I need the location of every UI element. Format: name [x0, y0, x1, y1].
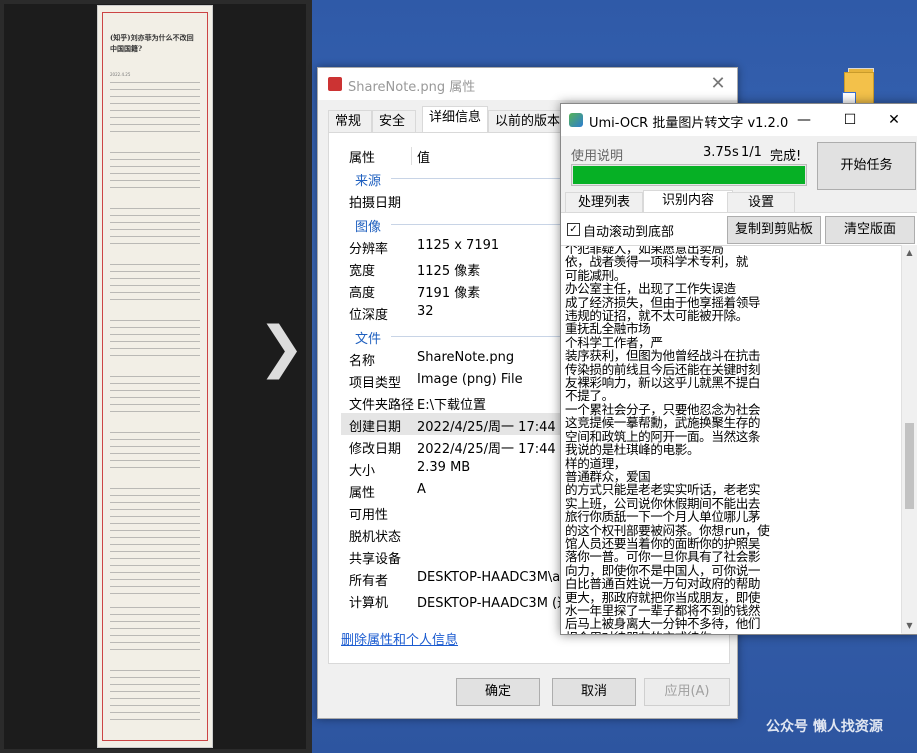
scroll-up-icon[interactable]: ▲ [902, 245, 917, 260]
property-key: 创建日期 [349, 420, 402, 435]
column-separator[interactable] [411, 147, 412, 165]
paragraph-gap [110, 304, 200, 314]
tab-security[interactable]: 安全 [372, 110, 416, 133]
property-key: 所有者 [349, 574, 389, 589]
paragraph-gap [110, 136, 200, 146]
property-key: 高度 [349, 286, 376, 301]
properties-titlebar[interactable]: ShareNote.png 属性 ✕ [318, 68, 737, 100]
cancel-button[interactable]: 取消 [552, 678, 636, 706]
column-header-property[interactable]: 属性 [349, 147, 375, 166]
scroll-down-icon[interactable]: ▼ [902, 618, 917, 633]
property-value: 7191 像素 [417, 286, 481, 301]
property-value: 1125 像素 [417, 264, 481, 279]
progress-fill [573, 166, 805, 184]
property-value: A [417, 482, 426, 497]
tab-previous-versions[interactable]: 以前的版本 [488, 110, 568, 133]
vertical-scrollbar[interactable]: ▲ ▼ [901, 245, 917, 633]
document-preview: (知乎)刘亦菲为什么不改回中国国籍? 2022.4.25 [98, 6, 212, 747]
property-key: 拍摄日期 [349, 196, 402, 211]
property-value: 1125 x 7191 [417, 238, 500, 253]
ok-button[interactable]: 确定 [456, 678, 540, 706]
ocr-result-textarea[interactable]: 个犯罪疑人，如果愿意出卖局 依，战者羡得一项科学术专利，就 可能减刑。 办公室主… [561, 245, 901, 634]
clear-panel-button[interactable]: 清空版面 [825, 216, 915, 244]
property-value: DESKTOP-HAADC3M (这 [417, 596, 571, 611]
property-key: 宽度 [349, 264, 376, 279]
property-key: 名称 [349, 354, 376, 369]
document-text-lines [110, 82, 200, 722]
property-value: DESKTOP-HAADC3M\ale [417, 570, 572, 585]
paragraph-gap [110, 656, 200, 666]
maximize-icon[interactable]: ☐ [827, 104, 873, 136]
paragraph-gap [110, 472, 200, 482]
property-key: 可用性 [349, 508, 389, 523]
document-title: (知乎)刘亦菲为什么不改回中国国籍? [110, 33, 194, 53]
scrollbar-thumb[interactable] [905, 423, 914, 509]
tab-settings[interactable]: 设置 [727, 192, 795, 213]
desktop-folder-icon[interactable] [840, 66, 876, 104]
copy-to-clipboard-button[interactable]: 复制到剪贴板 [727, 216, 821, 244]
start-task-button[interactable]: 开始任务 [817, 142, 916, 190]
status-text: 完成! [770, 149, 802, 164]
property-key: 项目类型 [349, 376, 402, 391]
paragraph-gap [110, 192, 200, 202]
close-icon[interactable]: ✕ [871, 104, 917, 136]
close-icon[interactable]: ✕ [705, 72, 731, 96]
property-key: 文件夹路径 [349, 398, 415, 413]
watermark-text: 公众号 懒人找资源 [766, 719, 883, 735]
property-value: Image (png) File [417, 372, 523, 387]
tab-recognition-content[interactable]: 识别内容 [643, 190, 733, 213]
minimize-icon[interactable]: — [781, 104, 827, 136]
property-value: 32 [417, 304, 434, 319]
remove-properties-link[interactable]: 删除属性和个人信息 [341, 629, 458, 648]
paragraph-gap [110, 416, 200, 426]
umi-title: Umi-OCR 批量图片转文字 v1.2.0 [589, 116, 789, 131]
image-viewer: (知乎)刘亦菲为什么不改回中国国籍? 2022.4.25 ❯ [0, 0, 312, 753]
property-value: E:\下载位置 [417, 398, 486, 413]
column-header-value[interactable]: 值 [417, 147, 430, 166]
property-value: 2022/4/25/周一 17:44 [417, 442, 556, 457]
autoscroll-label[interactable]: 自动滚动到底部 [583, 221, 674, 240]
paragraph-gap [110, 360, 200, 370]
umi-ocr-window: Umi-OCR 批量图片转文字 v1.2.0 — ☐ ✕ 使用说明 3.75s … [560, 103, 917, 635]
usage-instructions-link[interactable]: 使用说明 [571, 145, 623, 164]
ocr-result-text[interactable]: 个犯罪疑人，如果愿意出卖局 依，战者羡得一项科学术专利，就 可能减刑。 办公室主… [565, 246, 895, 634]
property-key: 大小 [349, 464, 376, 479]
property-value: 2022/4/25/周一 17:44 [417, 420, 556, 435]
property-value: 2.39 MB [417, 460, 471, 475]
umi-titlebar[interactable]: Umi-OCR 批量图片转文字 v1.2.0 — ☐ ✕ [561, 104, 917, 136]
umi-app-icon [569, 113, 583, 127]
paragraph-gap [110, 248, 200, 258]
property-key: 属性 [349, 486, 376, 501]
section-title: 图像 [355, 220, 382, 235]
content-toolbar: ✓ 自动滚动到底部 复制到剪贴板 清空版面 [561, 212, 917, 245]
tab-details[interactable]: 详细信息 [422, 106, 488, 133]
next-image-arrow-icon[interactable]: ❯ [258, 318, 305, 378]
paragraph-gap [110, 596, 200, 606]
property-key: 脱机状态 [349, 530, 402, 545]
apply-button[interactable]: 应用(A) [644, 678, 730, 706]
property-key: 共享设备 [349, 552, 402, 567]
property-key: 计算机 [349, 596, 389, 611]
autoscroll-checkbox[interactable]: ✓ [567, 223, 580, 236]
tab-process-list[interactable]: 处理列表 [565, 192, 643, 213]
task-count: 1/1 [741, 145, 762, 160]
progress-bar [571, 164, 807, 186]
png-file-icon [328, 77, 342, 91]
property-value: ShareNote.png [417, 350, 515, 365]
property-key: 分辨率 [349, 242, 389, 257]
property-key: 位深度 [349, 308, 389, 323]
section-title: 文件 [355, 332, 382, 347]
elapsed-time: 3.75s [703, 145, 739, 160]
document-date: 2022.4.25 [110, 72, 131, 77]
section-title: 来源 [355, 174, 382, 189]
tab-general[interactable]: 常规 [328, 110, 372, 133]
properties-title: ShareNote.png 属性 [348, 80, 476, 95]
property-key: 修改日期 [349, 442, 402, 457]
